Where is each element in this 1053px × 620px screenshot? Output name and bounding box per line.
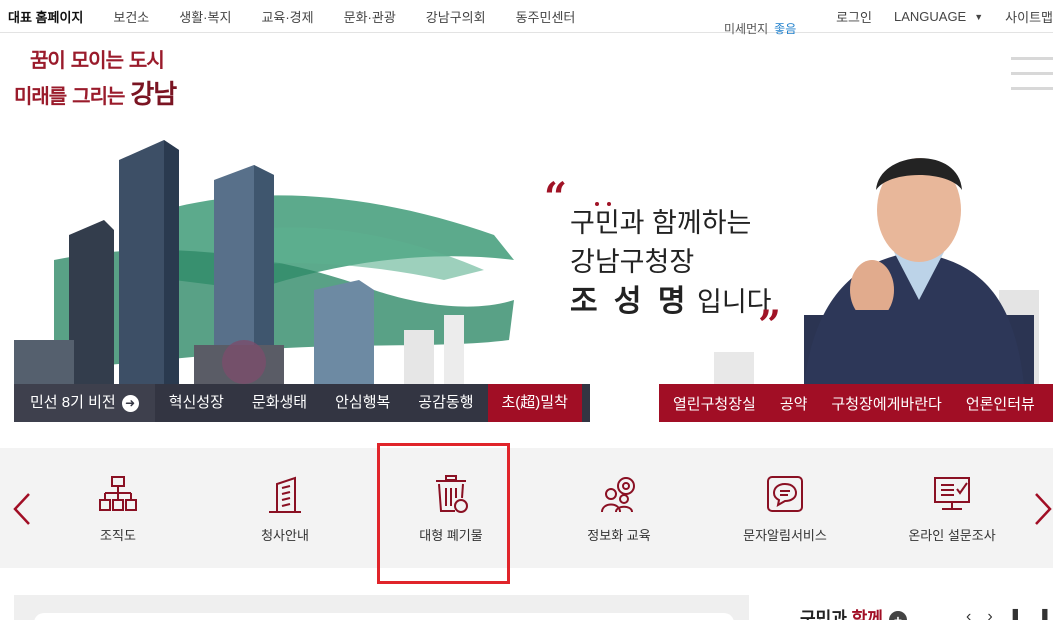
plus-icon[interactable]: + [888, 610, 907, 620]
vision-tab-safety[interactable]: 안심행복 [321, 384, 404, 422]
quick-link-label: 문자알림서비스 [743, 528, 827, 543]
logo-line-2: 미래를 그리는 강남 [14, 80, 177, 110]
top-menu-home[interactable]: 대표 홈페이지 [8, 7, 83, 26]
prev-icon[interactable]: ‹ [966, 608, 987, 620]
air-quality-label: 미세먼지 [724, 22, 769, 36]
mayor-nav: 열린구청장실 공약 구청장에게바란다 언론인터뷰 [659, 384, 1053, 422]
hero-banner: “ 구민과 함께하는 강남구청장 조 성 명 입니다 ” [14, 140, 1053, 385]
top-menu-education[interactable]: 교육·경제 [261, 7, 313, 26]
quote-open-mark: “ [544, 174, 568, 221]
quote-close-mark: ” [758, 302, 782, 349]
quick-link-label: 조직도 [100, 528, 136, 543]
survey-monitor-icon [934, 477, 970, 510]
quick-link-org-chart[interactable]: 조직도 [53, 448, 183, 568]
vision-button[interactable]: 민선 8기 비전 ➜ [14, 384, 155, 422]
hero-illustration [14, 140, 1039, 385]
quick-link-label: 정보화 교육 [587, 528, 651, 543]
top-menu-council[interactable]: 강남구의회 [426, 7, 486, 26]
top-menu: 대표 홈페이지 보건소 생활·복지 교육·경제 문화·관광 강남구의회 동주민센… [8, 0, 605, 33]
caret-down-icon[interactable]: ▼ [974, 12, 983, 22]
sitemap-link[interactable]: 사이트맵 [1005, 7, 1053, 26]
arrow-right-icon: ➜ [121, 394, 139, 412]
top-menu-health[interactable]: 보건소 [113, 7, 149, 26]
chevron-left-icon[interactable] [12, 492, 32, 526]
mayor-name: 조 성 명 [570, 285, 690, 318]
page: 대표 홈페이지 보건소 생활·복지 교육·경제 문화·관광 강남구의회 동주민센… [0, 0, 1053, 620]
quick-link-building-guide[interactable]: 청사안내 [220, 448, 350, 568]
top-menu-community-center[interactable]: 동주민센터 [516, 7, 576, 26]
quick-link-it-education[interactable]: 정보화 교육 [554, 448, 684, 568]
quick-link-online-survey[interactable]: 온라인 설문조사 [887, 448, 1017, 568]
vision-tab-innovation[interactable]: 혁신성장 [155, 384, 238, 422]
quick-link-label: 청사안내 [261, 528, 309, 543]
org-chart-icon [99, 476, 137, 511]
interview-link[interactable]: 언론인터뷰 [954, 393, 1047, 414]
top-bar: 대표 홈페이지 보건소 생활·복지 교육·경제 문화·관광 강남구의회 동주민센… [0, 0, 1053, 33]
together-title: 구민과 함께 + [800, 604, 907, 620]
top-menu-welfare[interactable]: 생활·복지 [179, 7, 231, 26]
menu-icon[interactable] [1011, 57, 1053, 91]
carousel-controls: ‹›❚❚ [966, 606, 1053, 620]
language-select[interactable]: LANGUAGE [894, 9, 966, 24]
vision-tab-empathy[interactable]: 공감동행 [404, 384, 487, 422]
news-card [34, 613, 734, 620]
news-panel [14, 595, 749, 620]
logo[interactable]: 꿈이 모이는 도시 미래를 그리는 강남 [14, 44, 177, 110]
pause-icon[interactable]: ❚❚ [1009, 608, 1053, 620]
quick-link-sms-service[interactable]: 문자알림서비스 [720, 448, 850, 568]
air-quality-status: 좋음 [774, 22, 797, 36]
air-quality: 미세먼지 좋음 [724, 20, 796, 37]
quick-link-label: 온라인 설문조사 [908, 528, 996, 543]
mayor-office-link[interactable]: 열린구청장실 [659, 393, 768, 414]
vision-tab-culture[interactable]: 문화생태 [238, 384, 321, 422]
login-link[interactable]: 로그인 [836, 7, 872, 26]
selection-highlight [377, 443, 510, 584]
building-icon [269, 476, 301, 513]
logo-line-1: 꿈이 모이는 도시 [30, 48, 165, 72]
petition-link[interactable]: 구청장에게바란다 [819, 393, 953, 414]
people-gear-icon [601, 477, 635, 513]
vision-nav: 민선 8기 비전 ➜ 혁신성장 문화생태 안심행복 공감동행 초(超)밀착 [14, 384, 590, 422]
slogan-line-3: 조 성 명 입니다 [570, 285, 772, 318]
top-menu-culture[interactable]: 문화·관광 [344, 7, 396, 26]
top-utility: 로그인 LANGUAGE ▼ 사이트맵 [814, 0, 1053, 33]
nav-spacer [590, 384, 659, 422]
chevron-right-icon[interactable] [1033, 492, 1053, 526]
slogan-line-2: 강남구청장 [570, 247, 695, 277]
slogan-line-1: 구민과 함께하는 [570, 208, 752, 238]
pledge-link[interactable]: 공약 [768, 393, 820, 414]
next-icon[interactable]: › [987, 608, 1008, 620]
vision-tab-close[interactable]: 초(超)밀착 [487, 384, 582, 422]
message-icon [767, 476, 803, 512]
hero-slogan: 구민과 함께하는 강남구청장 조 성 명 입니다 [570, 204, 772, 322]
quick-links: 조직도 청사안내 대형 폐기물 정보화 교육 문자알림서비스 온라인 설문조사 [0, 448, 1053, 568]
